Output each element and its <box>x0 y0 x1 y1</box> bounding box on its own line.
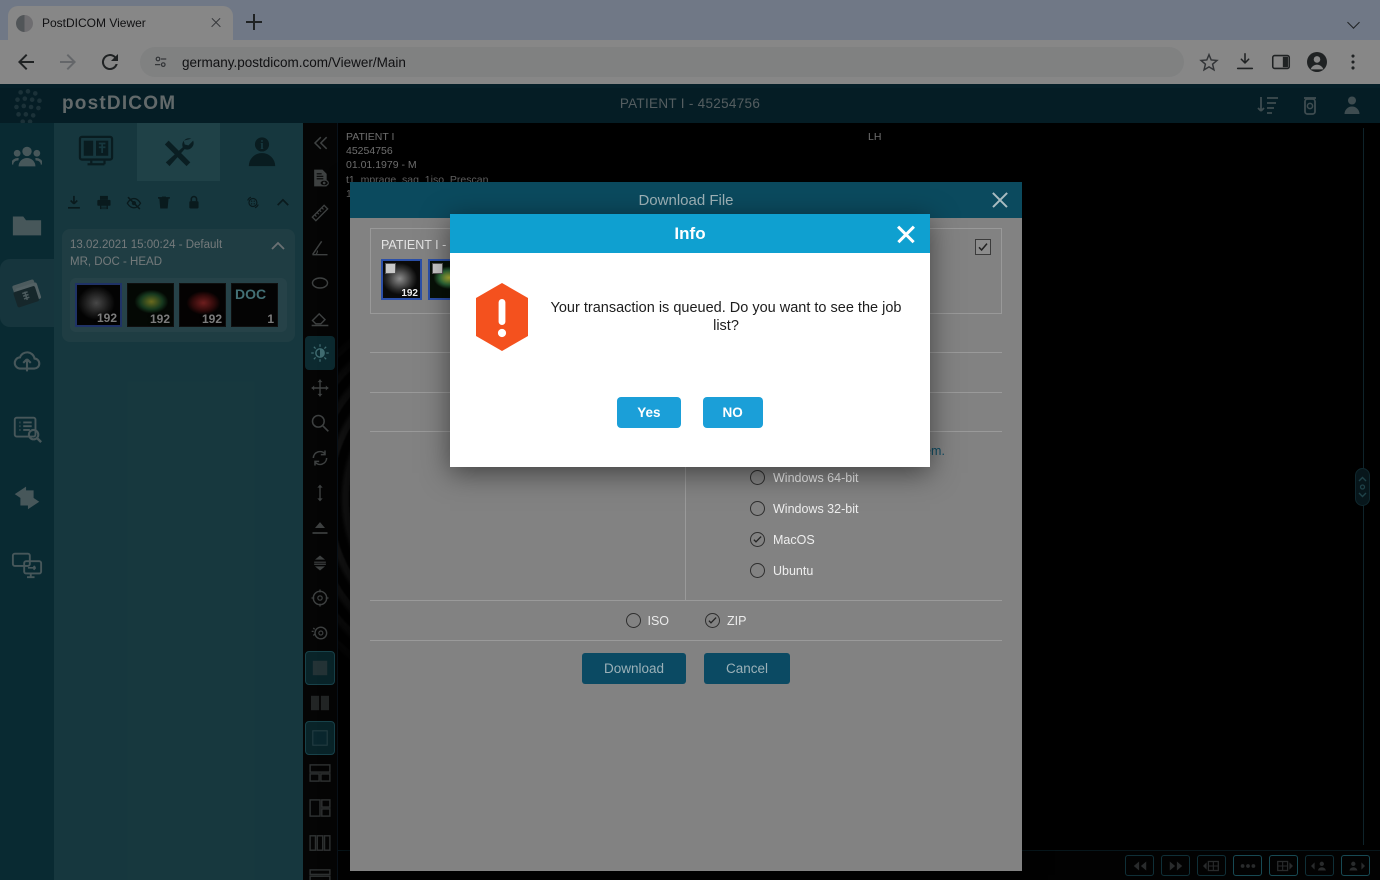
os-option-macos[interactable]: MacOS <box>750 532 1002 547</box>
option-label: Windows 64-bit <box>773 470 859 485</box>
archive-option-zip[interactable]: ZIP <box>705 613 747 628</box>
info-modal-message: Your transaction is queued. Do you want … <box>550 299 902 334</box>
radio-icon[interactable] <box>705 613 721 628</box>
option-label: Windows 32-bit <box>773 501 859 516</box>
os-option-windows-64[interactable]: Windows 64-bit <box>750 470 1002 485</box>
radio-icon[interactable] <box>750 501 765 516</box>
screen-root: PostDICOM Viewer germany.postdicom.com/V… <box>0 0 1380 880</box>
radio-icon[interactable] <box>750 563 765 578</box>
yes-button[interactable]: Yes <box>617 397 681 428</box>
select-all-checkbox[interactable] <box>975 239 991 255</box>
download-dialog-titlebar: Download File <box>350 182 1022 218</box>
series-checkbox[interactable] <box>385 263 396 274</box>
os-option-ubuntu[interactable]: Ubuntu <box>750 563 1002 578</box>
cancel-button[interactable]: Cancel <box>704 653 791 684</box>
option-label: MacOS <box>773 532 815 547</box>
no-button[interactable]: NO <box>702 397 763 428</box>
info-modal-titlebar: Info <box>450 214 930 253</box>
download-series-thumbnail[interactable]: 192 <box>381 259 422 300</box>
archive-radio-group: ISO ZIP <box>370 601 1002 640</box>
warning-exclamation-hexagon-icon <box>476 283 528 351</box>
close-icon[interactable] <box>894 222 918 246</box>
option-label: ISO <box>647 613 670 628</box>
info-modal-body: Your transaction is queued. Do you want … <box>450 253 930 353</box>
close-icon[interactable] <box>988 188 1012 212</box>
dialog-title: Download File <box>638 191 734 209</box>
series-checkbox[interactable] <box>432 263 443 274</box>
option-label: Ubuntu <box>773 563 814 578</box>
info-modal-title: Info <box>674 223 706 243</box>
option-label: ZIP <box>727 613 747 628</box>
archive-option-iso[interactable]: ISO <box>625 613 670 628</box>
radio-icon[interactable] <box>750 470 765 485</box>
download-dialog-actions: Download Cancel <box>370 641 1002 698</box>
radio-icon[interactable] <box>625 613 641 628</box>
info-modal-actions: Yes NO <box>450 397 930 428</box>
radio-icon[interactable] <box>750 532 765 547</box>
download-button[interactable]: Download <box>581 653 686 684</box>
info-modal: Info Your transaction is queued. Do you … <box>450 214 930 467</box>
os-option-windows-32[interactable]: Windows 32-bit <box>750 501 1002 516</box>
series-count: 192 <box>401 288 418 299</box>
